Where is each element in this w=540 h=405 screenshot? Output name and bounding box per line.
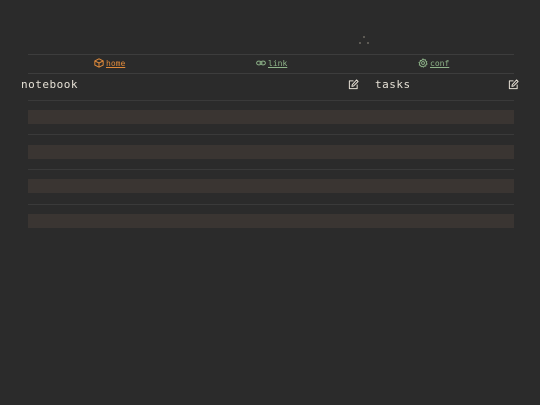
edit-icon[interactable] xyxy=(508,79,519,90)
app-page: home link conf notebook tasks xyxy=(0,0,540,405)
link-icon xyxy=(256,58,266,68)
notebook-title: notebook xyxy=(21,78,78,91)
top-nav: home link conf xyxy=(28,54,514,74)
divider xyxy=(28,204,514,205)
list-item[interactable] xyxy=(28,110,514,124)
list-item[interactable] xyxy=(28,179,514,193)
divider xyxy=(28,134,514,135)
list-item[interactable] xyxy=(28,214,514,228)
nav-item-label: link xyxy=(268,58,288,68)
loading-dots-icon xyxy=(359,36,369,46)
gear-icon xyxy=(418,58,428,68)
divider xyxy=(28,100,514,101)
nav-item-conf[interactable]: conf xyxy=(418,58,449,68)
nav-item-link[interactable]: link xyxy=(256,58,287,68)
nav-item-label: conf xyxy=(430,58,450,68)
list-item[interactable] xyxy=(28,145,514,159)
nav-item-home[interactable]: home xyxy=(94,58,125,68)
cube-icon xyxy=(94,58,104,68)
divider xyxy=(28,169,514,170)
tasks-title: tasks xyxy=(375,78,411,91)
nav-item-label: home xyxy=(106,58,126,68)
edit-icon[interactable] xyxy=(348,79,359,90)
